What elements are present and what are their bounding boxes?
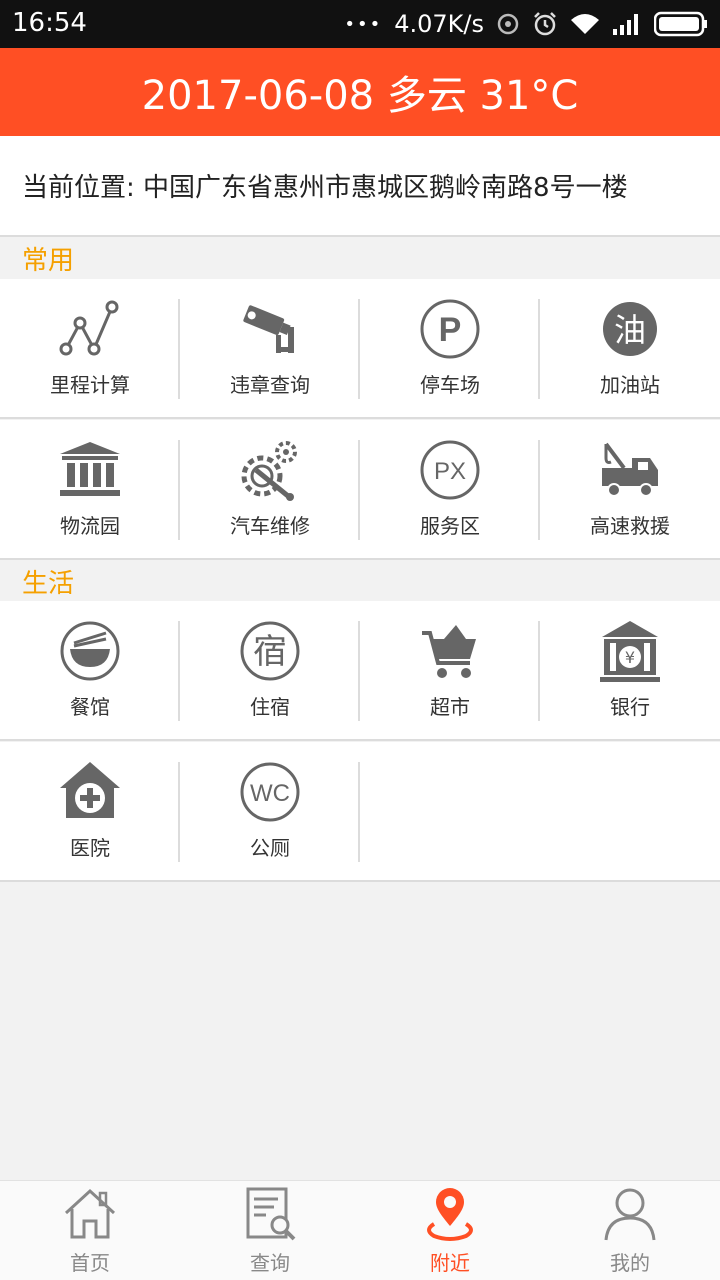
more-dots: ••• bbox=[344, 13, 383, 35]
grid-item-label: 公厕 bbox=[250, 836, 290, 860]
network-speed: 4.07K/s bbox=[394, 10, 484, 38]
grid-item-mileage[interactable]: 里程计算 bbox=[0, 279, 180, 417]
tab-query[interactable]: 查询 bbox=[180, 1181, 360, 1280]
tab-label: 首页 bbox=[70, 1251, 110, 1275]
grid-item-label: 物流园 bbox=[60, 514, 120, 538]
tab-label: 查询 bbox=[250, 1251, 290, 1275]
toilet-icon: WC bbox=[238, 760, 302, 824]
home-icon bbox=[60, 1185, 120, 1243]
svg-text:PX: PX bbox=[434, 458, 466, 485]
wifi-icon bbox=[570, 12, 600, 36]
grid-item-empty bbox=[540, 742, 720, 880]
section-title-common: 常用 bbox=[0, 237, 720, 279]
repair-icon bbox=[238, 438, 302, 502]
service-area-icon: PX bbox=[418, 438, 482, 502]
parking-icon: P bbox=[418, 297, 482, 361]
common-row-2: 物流园 汽车维修 PX 服务区 高速救援 bbox=[0, 420, 720, 560]
status-bar: 16:54 ••• 4.07K/s bbox=[0, 0, 720, 48]
grid-item-label: 停车场 bbox=[420, 373, 480, 397]
tow-truck-icon bbox=[598, 438, 662, 502]
building-icon bbox=[58, 438, 122, 502]
grid-item-label: 违章查询 bbox=[230, 373, 310, 397]
grid-item-label: 高速救援 bbox=[590, 514, 670, 538]
grid-item-label: 住宿 bbox=[250, 695, 290, 719]
user-icon bbox=[600, 1185, 660, 1243]
grid-item-repair[interactable]: 汽车维修 bbox=[180, 420, 360, 558]
grid-item-gas-station[interactable]: 油 加油站 bbox=[540, 279, 720, 417]
hotspot-icon bbox=[496, 12, 520, 36]
tab-label: 我的 bbox=[610, 1251, 650, 1275]
grid-item-label: 医院 bbox=[70, 836, 110, 860]
svg-text:¥: ¥ bbox=[625, 648, 635, 667]
life-row-2: 医院 WC 公厕 bbox=[0, 742, 720, 882]
current-location: 当前位置: 中国广东省惠州市惠城区鹅岭南路8号一楼 bbox=[0, 136, 720, 237]
section-title-label: 生活 bbox=[22, 568, 75, 599]
bank-icon: ¥ bbox=[598, 619, 662, 683]
shopping-cart-icon bbox=[418, 619, 482, 683]
grid-item-label: 里程计算 bbox=[50, 373, 130, 397]
weather-header: 2017-06-08 多云 31°C bbox=[0, 48, 720, 136]
section-title-life: 生活 bbox=[0, 560, 720, 602]
grid-item-bank[interactable]: ¥ 银行 bbox=[540, 601, 720, 739]
grid-item-violation[interactable]: 违章查询 bbox=[180, 279, 360, 417]
tab-home[interactable]: 首页 bbox=[0, 1181, 180, 1280]
svg-text:P: P bbox=[439, 311, 462, 349]
svg-text:WC: WC bbox=[250, 780, 290, 807]
grid-item-rescue[interactable]: 高速救援 bbox=[540, 420, 720, 558]
svg-text:油: 油 bbox=[614, 311, 646, 349]
grid-item-hospital[interactable]: 医院 bbox=[0, 742, 180, 880]
grid-item-supermarket[interactable]: 超市 bbox=[360, 601, 540, 739]
query-icon bbox=[240, 1185, 300, 1243]
grid-item-toilet[interactable]: WC 公厕 bbox=[180, 742, 360, 880]
section-title-label: 常用 bbox=[22, 245, 75, 276]
signal-icon bbox=[612, 12, 642, 36]
battery-icon bbox=[654, 11, 708, 37]
status-icons: ••• 4.07K/s bbox=[344, 6, 708, 42]
grid-item-service-area[interactable]: PX 服务区 bbox=[360, 420, 540, 558]
tab-mine[interactable]: 我的 bbox=[540, 1181, 720, 1280]
common-row-1: 里程计算 违章查询 P 停车场 油 加油站 bbox=[0, 279, 720, 419]
location-pin-icon bbox=[420, 1185, 480, 1243]
grid-item-label: 餐馆 bbox=[70, 695, 110, 719]
svg-text:宿: 宿 bbox=[253, 632, 287, 672]
tab-label: 附近 bbox=[430, 1251, 470, 1275]
hospital-icon bbox=[58, 760, 122, 824]
life-row-1: 餐馆 宿 住宿 超市 ¥ 银行 bbox=[0, 601, 720, 741]
tab-nearby[interactable]: 附近 bbox=[360, 1181, 540, 1280]
grid-item-label: 银行 bbox=[610, 695, 650, 719]
restaurant-icon bbox=[58, 619, 122, 683]
camera-icon bbox=[238, 297, 302, 361]
location-text: 当前位置: 中国广东省惠州市惠城区鹅岭南路8号一楼 bbox=[22, 173, 628, 203]
gas-station-icon: 油 bbox=[598, 297, 662, 361]
grid-item-label: 加油站 bbox=[600, 373, 660, 397]
weather-title: 2017-06-08 多云 31°C bbox=[141, 73, 579, 119]
grid-item-parking[interactable]: P 停车场 bbox=[360, 279, 540, 417]
grid-item-restaurant[interactable]: 餐馆 bbox=[0, 601, 180, 739]
grid-item-empty bbox=[360, 742, 540, 880]
status-time: 16:54 bbox=[12, 8, 87, 38]
grid-item-label: 超市 bbox=[430, 695, 470, 719]
hotel-icon: 宿 bbox=[238, 619, 302, 683]
mileage-chart-icon bbox=[58, 297, 122, 361]
bottom-tab-bar: 首页 查询 附近 我的 bbox=[0, 1180, 720, 1280]
alarm-icon bbox=[532, 11, 558, 37]
grid-item-logistics[interactable]: 物流园 bbox=[0, 420, 180, 558]
grid-item-label: 汽车维修 bbox=[230, 514, 310, 538]
grid-item-label: 服务区 bbox=[420, 514, 480, 538]
grid-item-hotel[interactable]: 宿 住宿 bbox=[180, 601, 360, 739]
